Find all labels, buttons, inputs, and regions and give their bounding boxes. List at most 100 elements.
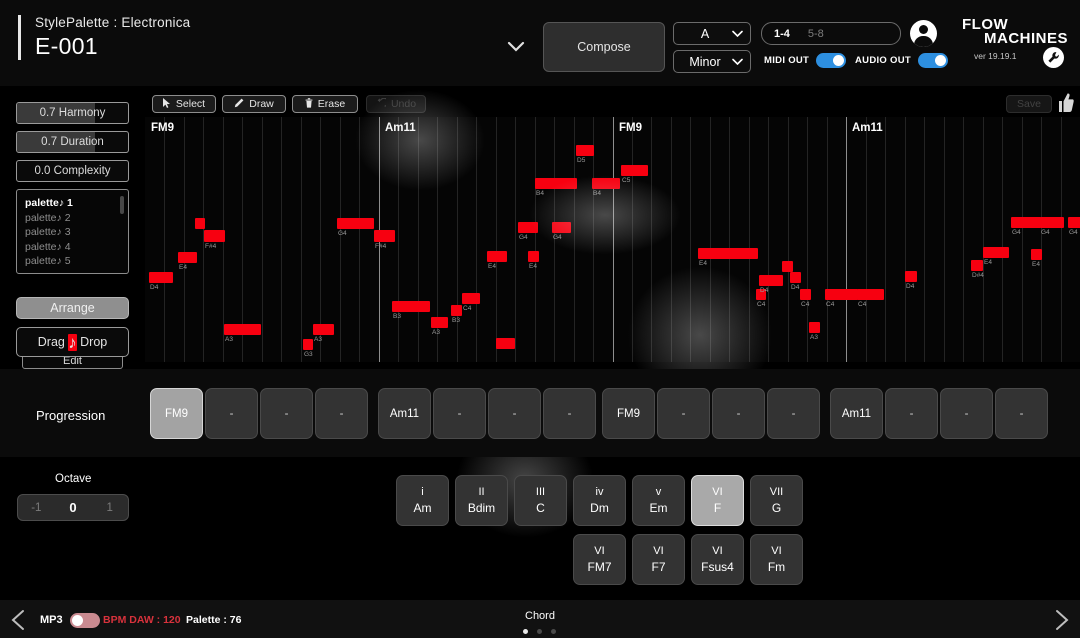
- chord-button[interactable]: VII G: [750, 475, 803, 526]
- key-select[interactable]: A: [673, 22, 751, 45]
- duration-slider[interactable]: 0.7 Duration: [16, 131, 129, 153]
- compose-button[interactable]: Compose: [543, 22, 665, 72]
- midi-note[interactable]: [698, 248, 758, 259]
- midi-note[interactable]: [374, 230, 395, 242]
- list-item[interactable]: palette♪ 1: [25, 196, 120, 211]
- complexity-slider[interactable]: 0.0 Complexity: [16, 160, 129, 182]
- midi-note[interactable]: [178, 252, 197, 263]
- bar-range-selector[interactable]: 1-4 5-8: [761, 22, 901, 45]
- chord-button[interactable]: III C: [514, 475, 567, 526]
- bar-range-1-4[interactable]: 1-4: [774, 28, 790, 40]
- midi-note[interactable]: [496, 338, 515, 349]
- list-item[interactable]: palette♪ 5: [25, 254, 120, 269]
- chevron-down-icon[interactable]: [503, 36, 529, 56]
- audio-out-control[interactable]: AUDIO OUT: [855, 53, 949, 68]
- chord-button[interactable]: i Am: [396, 475, 449, 526]
- page-dot[interactable]: [523, 629, 528, 634]
- progression-cell[interactable]: FM9: [150, 388, 203, 439]
- avatar[interactable]: [910, 20, 937, 47]
- midi-note[interactable]: [1031, 249, 1042, 260]
- drag-and-drop-button[interactable]: ♪ Drag & Drop: [16, 327, 129, 357]
- list-item[interactable]: palette♪ 4: [25, 240, 120, 255]
- page-dot[interactable]: [537, 629, 542, 634]
- chord-button[interactable]: VI F: [691, 475, 744, 526]
- progression-cell[interactable]: -: [315, 388, 368, 439]
- midi-note[interactable]: [800, 289, 811, 300]
- chord-button[interactable]: VI FM7: [573, 534, 626, 585]
- palette-list[interactable]: palette♪ 1 palette♪ 2 palette♪ 3 palette…: [16, 189, 129, 274]
- progression-cell[interactable]: Am11: [830, 388, 883, 439]
- progression-cell[interactable]: -: [885, 388, 938, 439]
- progression-cell[interactable]: -: [488, 388, 541, 439]
- thumbs-up-icon[interactable]: [1058, 92, 1074, 114]
- midi-note[interactable]: [759, 275, 783, 286]
- mp3-toggle[interactable]: [70, 613, 100, 628]
- midi-note[interactable]: [1040, 217, 1064, 228]
- midi-note[interactable]: [857, 289, 884, 300]
- progression-cell[interactable]: -: [657, 388, 710, 439]
- midi-note[interactable]: [1068, 217, 1080, 228]
- chord-button[interactable]: v Em: [632, 475, 685, 526]
- scale-select[interactable]: Minor: [673, 50, 751, 73]
- piano-roll-canvas[interactable]: FM9 Am11 FM9 Am11 D4 E4 F#4 A3 G3 A3 G4 F#4 B3 A3 B3 C…: [145, 117, 1080, 362]
- chord-button[interactable]: VI F7: [632, 534, 685, 585]
- progression-cell[interactable]: -: [712, 388, 765, 439]
- bar-range-5-8[interactable]: 5-8: [808, 28, 824, 40]
- chord-button[interactable]: VI Fsus4: [691, 534, 744, 585]
- next-page-arrow-icon[interactable]: [1050, 608, 1072, 632]
- midi-note[interactable]: [782, 261, 793, 272]
- progression-cell[interactable]: -: [995, 388, 1048, 439]
- progression-cell[interactable]: -: [767, 388, 820, 439]
- midi-note[interactable]: [392, 301, 430, 312]
- chord-button[interactable]: II Bdim: [455, 475, 508, 526]
- draw-tool-button[interactable]: Draw: [222, 95, 286, 113]
- undo-button[interactable]: Undo: [366, 95, 426, 113]
- midi-note[interactable]: [790, 272, 801, 283]
- list-item[interactable]: palette♪ 2: [25, 211, 120, 226]
- chord-button[interactable]: iv Dm: [573, 475, 626, 526]
- select-tool-button[interactable]: Select: [152, 95, 216, 113]
- midi-note[interactable]: [1011, 217, 1041, 228]
- palette-scrollbar[interactable]: [120, 196, 124, 214]
- midi-note[interactable]: [337, 218, 374, 229]
- progression-cell[interactable]: -: [205, 388, 258, 439]
- prev-page-arrow-icon[interactable]: [8, 608, 30, 632]
- save-button[interactable]: Save: [1006, 95, 1052, 113]
- midi-note[interactable]: [621, 165, 648, 176]
- midi-out-toggle[interactable]: [816, 53, 847, 68]
- audio-out-toggle[interactable]: [918, 53, 949, 68]
- progression-cell[interactable]: -: [543, 388, 596, 439]
- midi-note[interactable]: [303, 339, 313, 350]
- midi-note[interactable]: [905, 271, 917, 282]
- wrench-icon[interactable]: [1043, 47, 1064, 68]
- progression-cell[interactable]: FM9: [602, 388, 655, 439]
- progression-cell[interactable]: -: [940, 388, 993, 439]
- midi-note[interactable]: [149, 272, 173, 283]
- midi-note[interactable]: [528, 251, 539, 262]
- progression-cell[interactable]: Am11: [378, 388, 431, 439]
- midi-note[interactable]: [971, 260, 983, 271]
- list-item[interactable]: palette♪ 3: [25, 225, 120, 240]
- midi-note[interactable]: [462, 293, 480, 304]
- midi-note[interactable]: [983, 247, 1009, 258]
- progression-cell[interactable]: -: [433, 388, 486, 439]
- page-dots[interactable]: [523, 629, 556, 634]
- octave-option-plus1[interactable]: 1: [91, 502, 128, 514]
- arrange-button[interactable]: Arrange: [16, 297, 129, 319]
- octave-stepper[interactable]: -1 0 1: [17, 494, 129, 521]
- octave-option-zero[interactable]: 0: [55, 500, 92, 515]
- midi-note[interactable]: [809, 322, 820, 333]
- midi-note[interactable]: [592, 178, 620, 189]
- chord-button[interactable]: VI Fm: [750, 534, 803, 585]
- midi-note[interactable]: [431, 317, 448, 328]
- midi-note[interactable]: [535, 178, 577, 189]
- page-dot[interactable]: [551, 629, 556, 634]
- erase-tool-button[interactable]: Erase: [292, 95, 358, 113]
- midi-note[interactable]: [204, 230, 225, 242]
- octave-option-minus1[interactable]: -1: [18, 502, 55, 514]
- midi-note[interactable]: [487, 251, 507, 262]
- harmony-slider[interactable]: 0.7 Harmony: [16, 102, 129, 124]
- midi-note[interactable]: [576, 145, 594, 156]
- midi-note[interactable]: [518, 222, 538, 233]
- progression-cell[interactable]: -: [260, 388, 313, 439]
